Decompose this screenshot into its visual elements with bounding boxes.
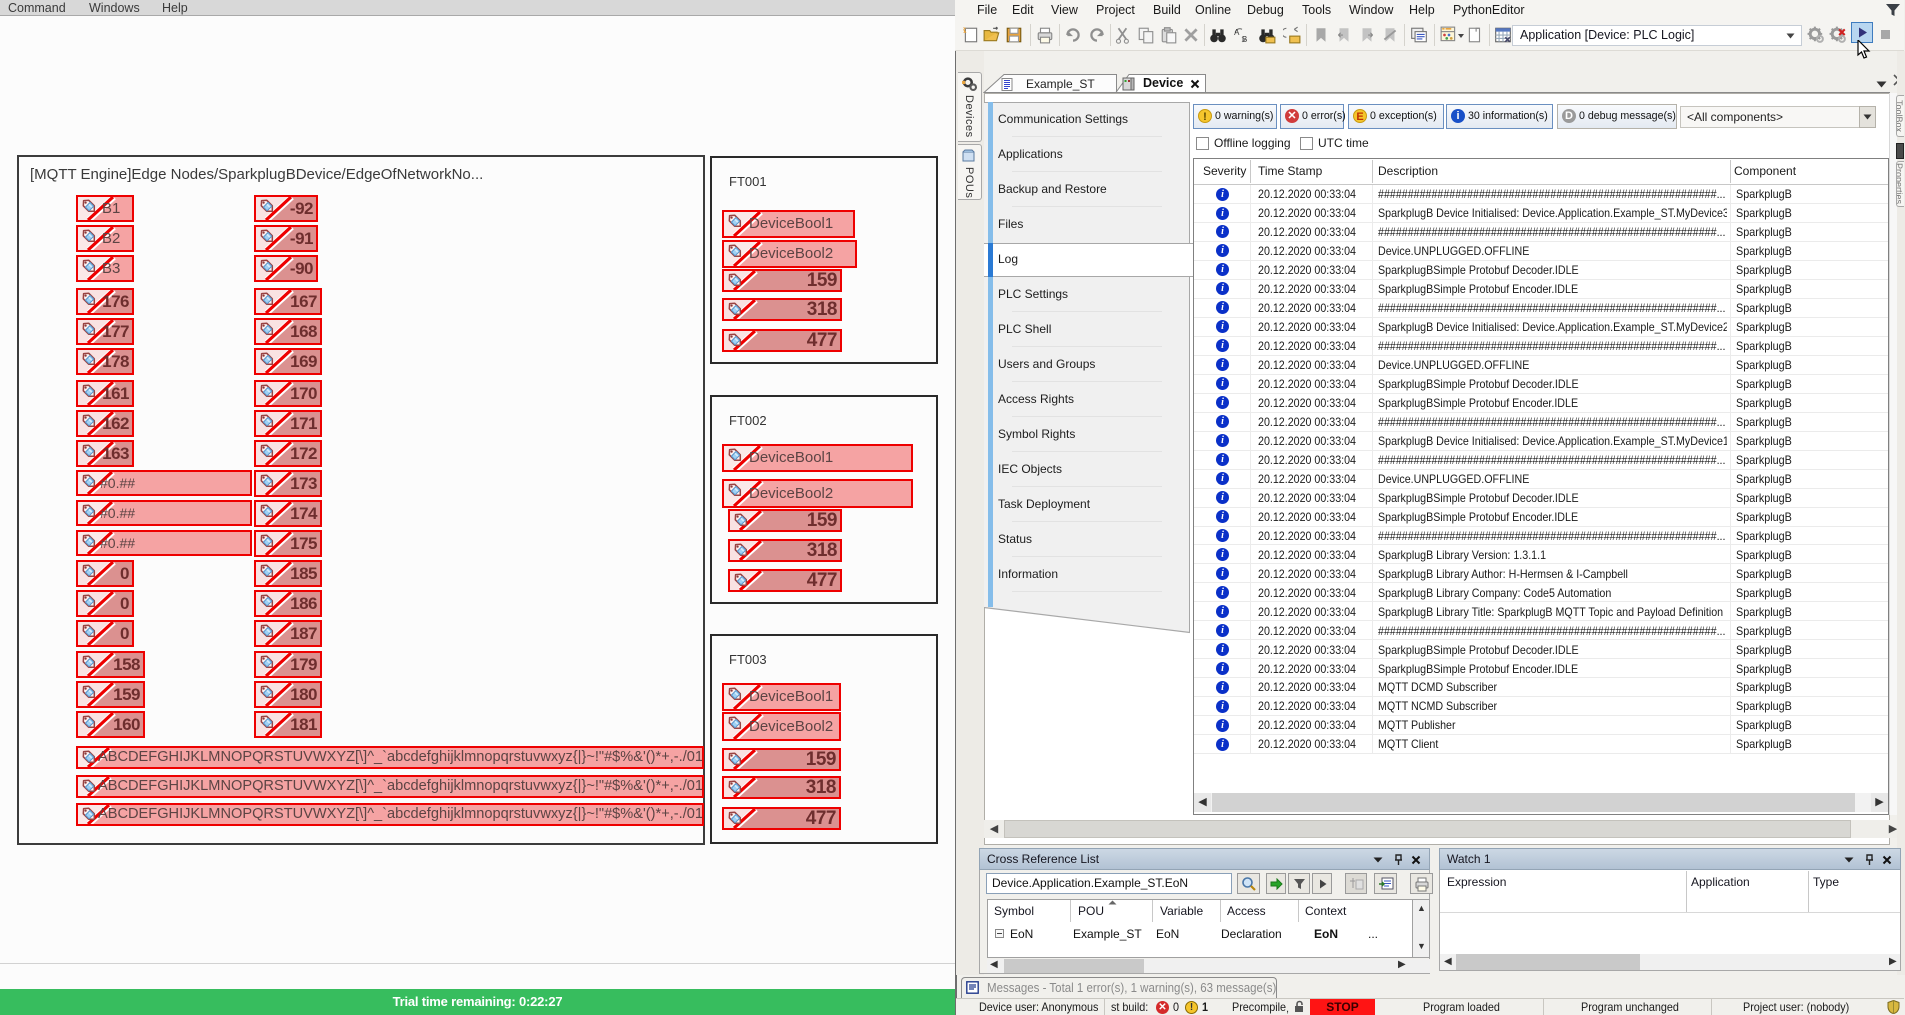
- svg-text:A: A: [1234, 28, 1240, 37]
